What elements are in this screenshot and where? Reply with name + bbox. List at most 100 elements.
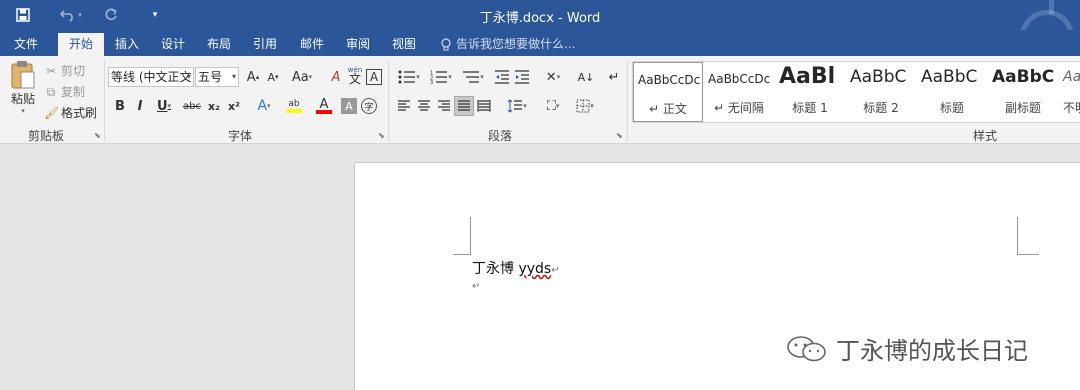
decrease-indent-button[interactable] <box>492 67 512 87</box>
text-effects-icon: A <box>257 98 268 114</box>
align-center-button[interactable] <box>414 96 434 116</box>
style-title[interactable]: AaBbC 标题 <box>917 62 987 122</box>
font-launcher-icon[interactable]: ⬊ <box>378 131 385 140</box>
asian-layout-icon: ✕ <box>545 69 557 85</box>
enclose-char-button[interactable]: 字 <box>361 98 377 114</box>
window-title: 丁永博.docx - Word <box>479 11 601 26</box>
text-effects-button[interactable]: A ▾ <box>250 96 278 116</box>
group-divider <box>104 60 105 142</box>
phonetic-guide-button[interactable]: wén 文 <box>345 65 365 85</box>
tab-insert[interactable]: 插入 <box>106 33 148 56</box>
increase-indent-button[interactable] <box>512 67 532 87</box>
ribbon-tabs: 文件 开始 插入 设计 布局 引用 邮件 审阅 视图 告诉我您想要做什么... <box>0 30 1080 56</box>
watermark: 丁永博的成长日记 <box>786 331 1028 366</box>
increase-indent-icon <box>515 70 529 84</box>
align-left-button[interactable] <box>394 96 414 116</box>
format-painter-button[interactable]: 🖌 格式刷 <box>44 104 97 121</box>
style-preview: AaBbC <box>992 67 1055 87</box>
group-divider <box>627 60 628 142</box>
styles-group-label: 样式 <box>972 129 997 143</box>
highlight-button[interactable]: ab <box>280 96 308 116</box>
crop-mark-top-right <box>1017 217 1039 255</box>
clipboard-launcher-icon[interactable]: ⬊ <box>94 131 101 140</box>
justify-button[interactable] <box>454 96 474 116</box>
style-no-spacing[interactable]: AaBbCcDc ↵ 无间隔 <box>704 62 774 122</box>
empty-paragraph[interactable]: ↵ <box>472 281 480 292</box>
paragraph-launcher-icon[interactable]: ⬊ <box>616 131 623 140</box>
title-bar: ▾ ▾ 丁永博.docx - Word <box>0 0 1080 64</box>
tab-layout[interactable]: 布局 <box>198 33 240 56</box>
paste-label: 粘贴 <box>10 92 35 106</box>
borders-icon <box>576 99 590 113</box>
superscript-button[interactable]: x² <box>224 96 244 116</box>
align-center-icon <box>418 100 430 111</box>
tab-design[interactable]: 设计 <box>152 33 194 56</box>
font-size-combo[interactable]: 五号 ▾ <box>195 67 239 87</box>
misspelled-word[interactable]: yyds <box>518 261 551 277</box>
font-color-swatch <box>316 109 332 114</box>
tab-review[interactable]: 审阅 <box>337 33 379 56</box>
copy-button[interactable]: ⧉ 复制 <box>44 83 85 100</box>
chevron-down-icon: ▾ <box>186 72 191 81</box>
line-spacing-button[interactable]: ▾ <box>502 96 532 116</box>
sort-icon: A↓ <box>577 70 595 84</box>
grow-font-icon: A <box>246 69 256 85</box>
style-heading-1[interactable]: AaBl 标题 1 <box>775 62 845 122</box>
font-family-combo[interactable]: 等线 (中文正文 ▾ <box>108 67 194 87</box>
style-normal[interactable]: AaBbCcDc ↵ 正文 <box>633 62 703 122</box>
tell-me-search[interactable]: 告诉我您想要做什么... <box>440 33 575 56</box>
shrink-font-button[interactable]: A ▾ <box>263 67 283 87</box>
subscript-button[interactable]: x₂ <box>204 96 224 116</box>
distributed-button[interactable] <box>474 96 494 116</box>
style-name: 标题 2 <box>863 101 899 115</box>
italic-button[interactable]: I <box>130 96 150 116</box>
borders-button[interactable]: ▾ <box>570 96 600 116</box>
cut-button[interactable]: ✂ 剪切 <box>44 62 85 79</box>
bullets-button[interactable]: ▾ <box>394 67 424 87</box>
char-shading-icon: A <box>345 99 353 113</box>
clear-format-button[interactable]: A <box>326 67 346 87</box>
paragraph-mark-icon: ↵ <box>608 69 620 85</box>
font-color-button[interactable]: A <box>310 96 338 116</box>
chevron-down-icon: ▾ <box>231 72 236 81</box>
numbering-icon: 123 <box>430 71 448 84</box>
numbering-button[interactable]: 123 ▾ <box>426 67 456 87</box>
paragraph-group-label: 段落 <box>487 129 512 143</box>
show-marks-button[interactable]: ↵ <box>604 67 624 87</box>
underline-button[interactable]: U ▾ <box>150 96 178 116</box>
enclose-char-icon: 字 <box>364 102 374 113</box>
tab-references[interactable]: 引用 <box>244 33 286 56</box>
style-preview: AaBbCcDc <box>708 72 771 86</box>
bold-button[interactable]: B <box>110 96 130 116</box>
sort-button[interactable]: A↓ <box>576 67 596 87</box>
style-subtitle[interactable]: AaBbC 副标题 <box>988 62 1058 122</box>
highlight-swatch <box>286 109 302 113</box>
style-heading-2[interactable]: AaBbC 标题 2 <box>846 62 916 122</box>
paste-button[interactable]: 粘贴 ▾ <box>6 60 40 115</box>
styles-gallery: AaBbCcDc ↵ 正文 AaBbCcDc ↵ 无间隔 AaBl 标题 1 A… <box>632 61 1080 123</box>
char-border-button[interactable]: A <box>366 69 382 85</box>
align-right-icon <box>438 100 450 111</box>
tab-view[interactable]: 视图 <box>383 33 425 56</box>
font-group-label: 字体 <box>227 129 252 143</box>
tab-home[interactable]: 开始 <box>58 33 104 56</box>
multilevel-list-icon <box>463 71 480 83</box>
asian-layout-button[interactable]: ✕ ▾ <box>538 67 568 87</box>
strikethrough-button[interactable]: abc <box>180 96 204 116</box>
style-subtle-emphasis[interactable]: Aa 不明 <box>1059 62 1080 122</box>
align-right-button[interactable] <box>434 96 454 116</box>
change-case-button[interactable]: Aa ▾ <box>288 67 316 87</box>
style-name: ↵ 正文 <box>649 102 687 116</box>
multilevel-list-button[interactable]: ▾ <box>458 67 488 87</box>
highlight-icon: ab <box>288 99 300 109</box>
document-text-line[interactable]: 丁永博 yyds↵ <box>472 258 560 278</box>
tab-mailings[interactable]: 邮件 <box>290 33 334 56</box>
grow-font-button[interactable]: A ▴ <box>243 67 263 87</box>
style-preview: AaBbC <box>850 67 907 87</box>
phonetic-char: 文 <box>348 72 361 86</box>
shading-button[interactable]: ⛶ ▾ <box>538 96 568 116</box>
char-shading-button[interactable]: A <box>341 98 357 114</box>
font-family-value: 等线 (中文正文 <box>111 70 192 84</box>
style-preview: AaBbC <box>921 67 978 87</box>
tab-file[interactable]: 文件 <box>4 33 48 56</box>
